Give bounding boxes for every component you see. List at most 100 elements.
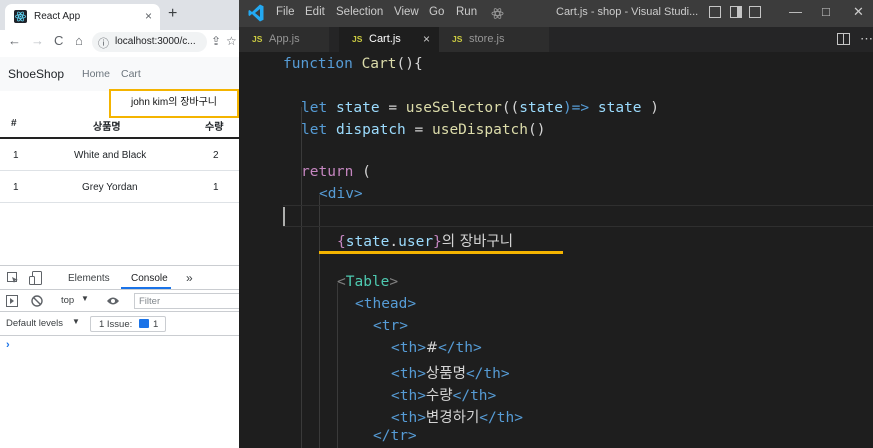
split-editor-icon[interactable] [837, 33, 850, 45]
html-tag: <th> [391, 410, 426, 426]
variable: dispatch [335, 122, 406, 138]
code-line: <th>변경하기</th> [391, 406, 523, 428]
variable: state [345, 234, 390, 250]
toggle-panel-icon[interactable] [709, 6, 721, 18]
punctuation: = [379, 100, 406, 116]
table-header-cell: 상품명 [93, 122, 121, 133]
html-tag: <th> [391, 366, 426, 382]
menu-selection[interactable]: Selection [336, 6, 383, 18]
vscode-logo-icon [248, 4, 264, 22]
close-tab-icon[interactable]: × [145, 9, 152, 23]
devtools-tab-bar: Elements Console » [0, 266, 239, 290]
console-prompt[interactable]: › [6, 339, 10, 351]
filter-placeholder: Filter [139, 296, 161, 307]
more-tabs-icon[interactable]: » [186, 271, 193, 285]
editor-tab-store-js[interactable]: JS store.js [439, 27, 549, 52]
active-tab-indicator [121, 287, 171, 289]
function-name: useSelector [405, 100, 502, 116]
log-levels-dropdown[interactable]: Default levels [6, 318, 63, 329]
vscode-title-bar: File Edit Selection View Go Run Cart.js … [239, 0, 873, 27]
punctuation: . [389, 234, 399, 250]
home-icon[interactable]: ⌂ [75, 33, 83, 48]
console-toolbar: top ▼ Filter [0, 290, 239, 312]
table-cell: 1 [13, 182, 19, 193]
code-editor[interactable]: function Cart(){ let state = useSelector… [239, 52, 873, 448]
html-tag: <th> [391, 340, 426, 356]
keyword: let [301, 100, 328, 116]
back-icon[interactable]: ← [8, 33, 21, 48]
menu-view[interactable]: View [394, 6, 419, 18]
chevron-down-icon[interactable]: ▼ [81, 294, 89, 303]
menu-file[interactable]: File [276, 6, 295, 18]
reload-icon[interactable]: C [54, 33, 63, 48]
url-text: localhost:3000/c... [115, 36, 196, 47]
editor-tab-cart-js[interactable]: JS Cart.js × [339, 27, 443, 52]
table-row: 1 Grey Yordan 1 [0, 171, 239, 203]
minimize-icon[interactable]: — [789, 4, 802, 19]
toggle-sidebar-icon[interactable] [730, 6, 742, 18]
tab-elements[interactable]: Elements [68, 273, 110, 284]
table-cell: Grey Yordan [82, 182, 138, 193]
table-header-cell: 수량 [205, 122, 224, 133]
address-bar[interactable]: ⓘ localhost:3000/c... [92, 32, 207, 52]
punctuation: { [337, 234, 346, 250]
bookmark-star-icon[interactable]: ☆ [226, 34, 237, 48]
sidebar-toggle-icon[interactable] [6, 295, 18, 307]
component-tag: Table [345, 274, 390, 290]
more-actions-icon[interactable]: ⋯ [860, 31, 873, 47]
variable: state [519, 100, 563, 116]
keyword: let [301, 122, 328, 138]
forward-icon[interactable]: → [31, 33, 44, 48]
code-line: <Table> [337, 274, 398, 296]
punctuation: (){ [396, 56, 423, 72]
console-filter-input[interactable]: Filter [134, 293, 239, 309]
chevron-down-icon[interactable]: ▼ [72, 317, 80, 326]
nav-link-cart[interactable]: Cart [121, 68, 141, 80]
jsx-text: # [425, 340, 439, 356]
customize-layout-icon[interactable] [749, 6, 761, 18]
jsx-text: 변경하기 [425, 410, 480, 426]
editor-tab-app-js[interactable]: JS App.js [239, 27, 329, 52]
cart-table: # 상품명 수량 1 White and Black 2 1 Grey Yord… [0, 118, 239, 203]
indent-guide [337, 283, 338, 448]
code-line: <div> [319, 186, 363, 202]
device-toolbar-icon[interactable] [29, 271, 42, 285]
table-cell: White and Black [74, 150, 147, 161]
html-tag: <th> [391, 388, 426, 404]
site-info-icon[interactable]: ⓘ [98, 35, 109, 51]
nav-link-home[interactable]: Home [82, 68, 110, 80]
menu-edit[interactable]: Edit [305, 6, 325, 18]
new-tab-icon[interactable]: + [168, 5, 177, 23]
table-cell: 1 [213, 182, 219, 193]
issues-count: 1 [153, 319, 159, 330]
punctuation: (( [501, 100, 520, 116]
issue-message-icon [139, 319, 149, 328]
browser-tab[interactable]: React App × [5, 4, 160, 30]
menu-go[interactable]: Go [429, 6, 444, 18]
arrow: )=> [562, 100, 590, 116]
share-icon[interactable]: ⇪ [211, 34, 221, 48]
punctuation: } [433, 234, 442, 250]
brand-logo[interactable]: ShoeShop [8, 67, 64, 81]
window-title: Cart.js - shop - Visual Studi... [556, 6, 699, 18]
menu-run[interactable]: Run [456, 6, 477, 18]
cart-owner-heading: john kim의 장바구니 [109, 89, 239, 118]
react-logo-icon [14, 10, 27, 23]
issues-button[interactable]: 1 Issue: 1 [90, 316, 166, 332]
console-levels-row: Default levels ▼ 1 Issue: 1 [0, 312, 239, 336]
close-tab-icon[interactable]: × [423, 32, 430, 46]
close-window-icon[interactable]: ✕ [853, 4, 864, 20]
inspect-element-icon[interactable] [7, 272, 19, 284]
clear-console-icon[interactable] [31, 295, 43, 307]
html-tag: </th> [479, 410, 523, 426]
eye-icon[interactable] [106, 296, 120, 306]
context-selector[interactable]: top [61, 295, 74, 306]
tab-console[interactable]: Console [131, 273, 168, 284]
code-line: {state.user}의 장바구니 [337, 230, 513, 252]
jsx-text: 상품명 [425, 366, 466, 382]
code-line: <th>상품명</th> [391, 362, 510, 384]
maximize-icon[interactable]: □ [822, 4, 830, 19]
code-line: <th>수량</th> [391, 384, 496, 406]
browser-tab-title: React App [34, 11, 81, 22]
annotation-underline [319, 251, 563, 254]
